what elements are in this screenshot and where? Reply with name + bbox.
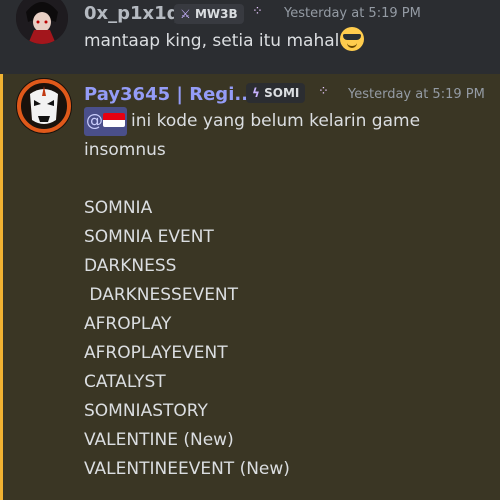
decoration-icon: ⁘ [318,84,329,99]
code-line: DARKNESSEVENT [84,285,239,305]
lightning-icon: ϟ [252,86,260,100]
indonesia-flag-icon [103,113,125,127]
intro-text-continued: insomnus [84,140,166,160]
username[interactable]: Pay3645 | Regi... [84,84,255,105]
sword-icon: ⚔ [180,7,191,21]
code-line: SOMNIA [84,198,153,218]
username[interactable]: 0x_p1x1q [84,3,180,24]
avatar-mask-icon [16,78,72,134]
code-line: AFROPLAY [84,314,172,334]
intro-text: ini kode yang belum kelarin game [131,111,421,131]
guild-tag[interactable]: ϟ SOMI [246,83,306,103]
sunglasses-emoji-icon [340,27,365,51]
mention-highlight-bar [0,74,3,500]
guild-tag-label: MW3B [194,7,238,21]
user-avatar[interactable] [16,78,72,134]
message-content: mantaap king, setia itu mahal [84,31,340,51]
code-line: AFROPLAYEVENT [84,343,228,363]
user-mention[interactable]: @ [84,107,127,136]
mention-symbol: @ [86,111,103,131]
timestamp[interactable]: Yesterday at 5:19 PM [348,87,485,102]
guild-tag[interactable]: ⚔ MW3B [174,4,244,24]
decoration-icon: ⁘ [252,4,263,19]
code-line: CATALYST [84,372,166,392]
message-text: mantaap king, setia itu mahal [84,27,365,56]
code-line: VALENTINE (New) [84,430,234,450]
code-line: SOMNIASTORY [84,401,208,421]
code-line: SOMNIA EVENT [84,227,214,247]
message-1: 0x_p1x1q ⚔ MW3B ⁘ Yesterday at 5:19 PM m… [0,0,500,74]
timestamp[interactable]: Yesterday at 5:19 PM [284,6,421,21]
avatar-image-icon [16,0,68,44]
message-body: @ ini kode yang belum kelarin game insomn… [84,107,494,484]
code-line: DARKNESS [84,256,177,276]
message-intro-line: @ ini kode yang belum kelarin game [84,107,494,136]
code-line: VALENTINEEVENT (New) [84,459,290,479]
guild-tag-label: SOMI [264,86,300,100]
user-avatar[interactable] [16,0,68,44]
